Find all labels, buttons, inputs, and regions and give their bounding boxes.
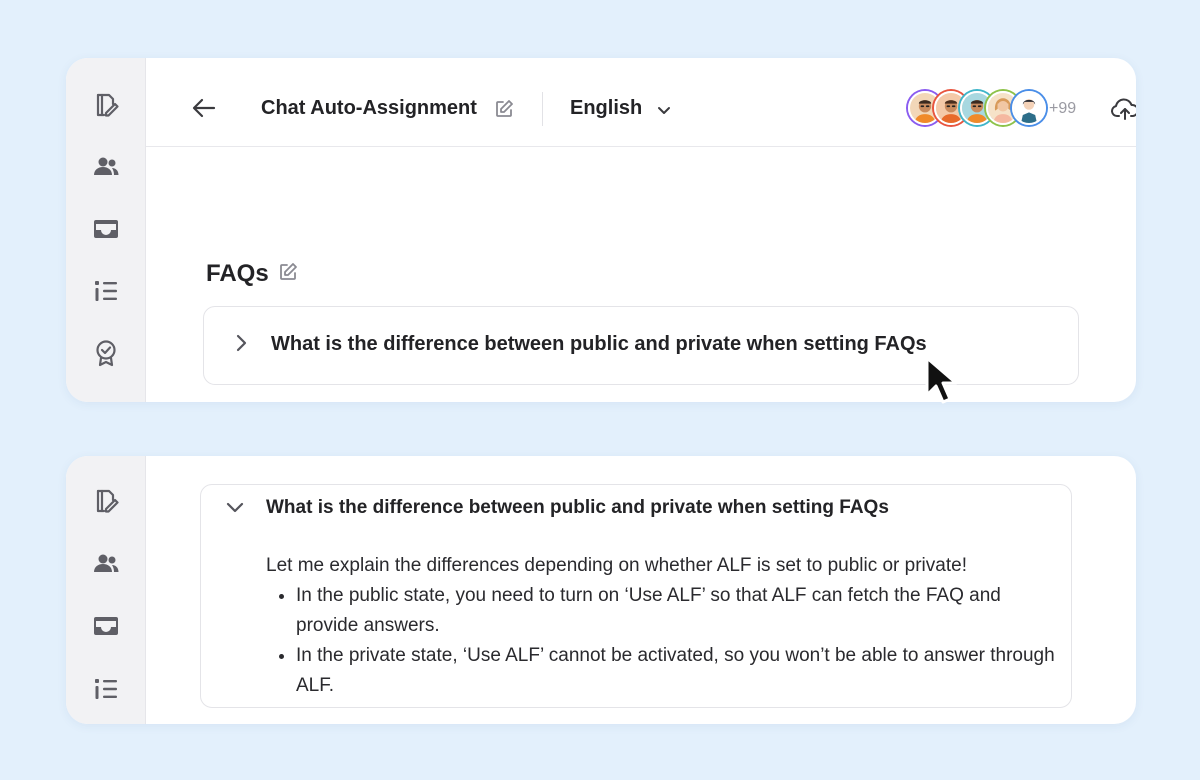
back-arrow-icon[interactable] <box>190 94 218 122</box>
answer-intro: Let me explain the differences depending… <box>266 555 967 576</box>
cloud-upload-icon[interactable] <box>1110 96 1136 122</box>
language-selector[interactable]: English <box>570 97 642 120</box>
faq-expanded-panel: What is the difference between public an… <box>66 456 1136 724</box>
faq-accordion-expanded[interactable]: What is the difference between public an… <box>200 484 1072 708</box>
chevron-down-icon[interactable] <box>654 100 674 120</box>
faq-question[interactable]: What is the difference between public an… <box>266 497 889 519</box>
faq-question[interactable]: What is the difference between public an… <box>271 333 927 356</box>
collaborators-more-count[interactable]: +99 <box>1049 100 1076 118</box>
list-icon[interactable] <box>91 276 121 306</box>
document-title: Chat Auto-Assignment <box>261 97 477 119</box>
list-item: In the private state, ‘Use ALF’ cannot b… <box>296 641 1066 701</box>
document-edit-icon[interactable] <box>91 486 121 516</box>
edit-faq-title-icon[interactable] <box>278 262 298 282</box>
collaborator-avatars[interactable] <box>908 91 1058 125</box>
header-divider <box>542 92 543 126</box>
edit-title-icon[interactable] <box>494 99 514 119</box>
list-icon[interactable] <box>91 674 121 704</box>
inbox-icon[interactable] <box>91 214 121 244</box>
faq-editor-panel: Chat Auto-Assignment English +99 FAQs Wh… <box>66 58 1136 402</box>
sidebar-rail <box>66 58 146 402</box>
answer-points: In the public state, you need to turn on… <box>296 581 1066 701</box>
faq-answer: Let me explain the differences depending… <box>266 551 1066 701</box>
document-edit-icon[interactable] <box>91 90 121 120</box>
sidebar-rail <box>66 456 146 724</box>
chevron-down-icon[interactable] <box>224 496 246 518</box>
faq-section-title: FAQs <box>206 260 269 287</box>
inbox-icon[interactable] <box>91 611 121 641</box>
users-icon[interactable] <box>91 152 121 182</box>
chevron-right-icon[interactable] <box>230 332 252 354</box>
users-icon[interactable] <box>91 549 121 579</box>
badge-icon[interactable] <box>91 338 121 368</box>
list-item: In the public state, you need to turn on… <box>296 581 1066 641</box>
mouse-cursor-icon <box>923 355 967 407</box>
avatar[interactable] <box>1012 91 1046 125</box>
